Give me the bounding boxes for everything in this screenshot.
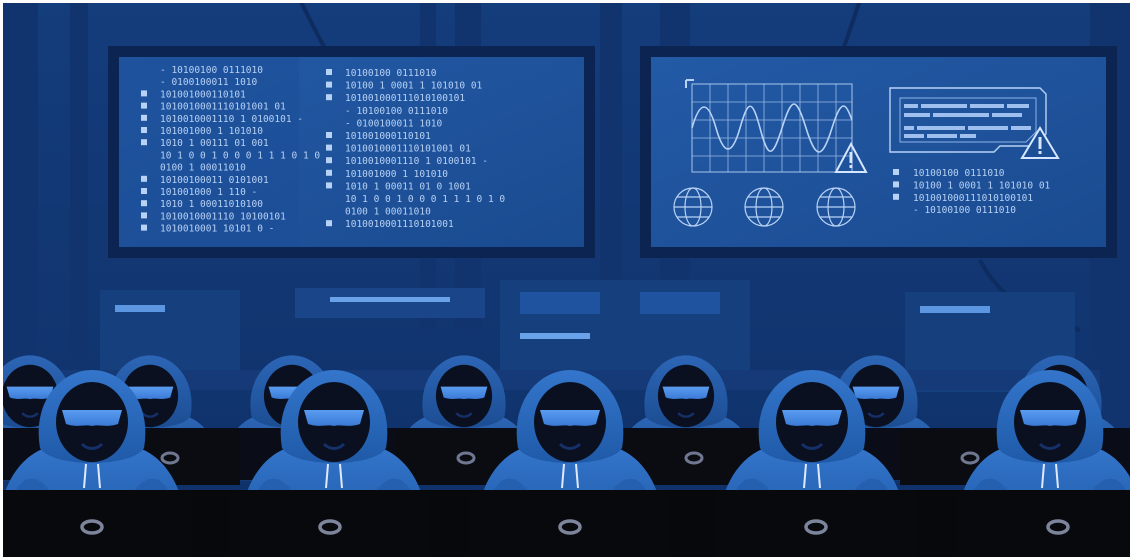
binary-line: 1010010001110 1 0100101 -: [345, 156, 488, 167]
binary-line: 0100 1 00011010: [160, 163, 246, 174]
binary-line: 1010 1 00011010100: [160, 199, 263, 210]
goggles: [62, 410, 122, 426]
binary-line: 10100 1 0001 1 101010 01: [913, 180, 1051, 191]
binary-line: 1010010001110101001: [345, 219, 454, 230]
binary-line: 0100 1 00011010: [345, 207, 431, 218]
bullet-marker: [141, 200, 147, 207]
binary-line: 10 1 0 0 1 0 0 0 1 1 1 0 1 0: [160, 150, 320, 161]
binary-line: 101001000110101: [160, 89, 246, 100]
bullet-marker: [326, 182, 332, 189]
laptop: [470, 490, 670, 557]
binary-line: 1010010001110 10100101: [160, 211, 286, 222]
laptop: [230, 490, 430, 557]
binary-line: 101001000 1 110 -: [160, 187, 257, 198]
binary-line: 1010010001110101001 01: [160, 102, 286, 113]
bullet-marker: [141, 102, 147, 109]
binary-line: 101001000110101: [345, 131, 431, 142]
bullet-marker: [326, 220, 332, 227]
bullet-marker: [141, 127, 147, 133]
front-row-laptops: [0, 490, 1133, 557]
bullet-marker: [141, 188, 147, 194]
binary-line: - 0100100011 1010: [345, 118, 443, 129]
bullet-marker: [141, 175, 147, 182]
goggles: [1020, 410, 1080, 426]
binary-line: 10100100011 0101001: [160, 175, 269, 186]
binary-line: 1010010001110 1 0100101 -: [160, 114, 303, 125]
bullet-marker: [141, 212, 147, 219]
binary-line: - 10100100 0111010: [160, 65, 263, 76]
right-monitor: 10100100 011101010100 1 0001 1 101010 01…: [640, 46, 1117, 258]
goggles: [782, 410, 842, 426]
bullet-marker: [326, 144, 332, 151]
bullet-marker: [141, 90, 147, 97]
binary-line: 10100100 0111010: [913, 168, 1005, 179]
binary-line: 101001000 1 101010: [160, 126, 263, 137]
binary-line: 1010 1 00111 01 001: [160, 138, 269, 149]
binary-line: 10100 1 0001 1 101010 01: [345, 81, 483, 92]
binary-line: - 10100100 0111010: [345, 106, 448, 117]
bullet-marker: [141, 114, 147, 121]
laptop: [0, 490, 192, 557]
laptop: [716, 490, 916, 557]
binary-line: 101001000111010100101: [913, 193, 1033, 204]
goggles: [6, 386, 54, 400]
bullet-marker: [326, 157, 332, 164]
goggles: [304, 410, 364, 426]
binary-line: 1010 1 00011 01 0 1001: [345, 181, 471, 192]
binary-line: 1010010001 10101 0 -: [160, 224, 274, 235]
bullet-marker: [326, 69, 332, 75]
goggles: [662, 386, 710, 400]
laptop: [958, 490, 1133, 557]
binary-line: 101001000 1 101010: [345, 169, 448, 180]
bullet-marker: [893, 193, 899, 200]
binary-line: 101001000111010100101: [345, 93, 465, 104]
bullet-marker: [893, 169, 899, 175]
bullet-marker: [141, 139, 147, 146]
hacker-room-illustration: - 10100100 0111010- 0100100011 1010 10100…: [0, 0, 1133, 557]
binary-line: 10100100 0111010: [345, 68, 437, 79]
bullet-marker: [326, 81, 332, 88]
goggles: [440, 386, 488, 400]
scene-svg: - 10100100 0111010- 0100100011 101010100…: [0, 0, 1133, 557]
goggles: [540, 410, 600, 426]
bullet-marker: [141, 224, 147, 231]
binary-line: 1010010001110101001 01: [345, 144, 471, 155]
binary-line: - 10100100 0111010: [913, 205, 1016, 216]
bullet-marker: [893, 181, 899, 188]
binary-line: 10 1 0 0 1 0 0 0 1 1 1 0 1 0: [345, 194, 505, 205]
bullet-marker: [326, 132, 332, 138]
goggles: [852, 386, 900, 400]
left-monitor: - 10100100 0111010- 0100100011 101010100…: [108, 46, 595, 258]
binary-line: - 0100100011 1010: [160, 77, 258, 88]
bullet-marker: [326, 169, 332, 176]
bullet-marker: [326, 94, 332, 101]
